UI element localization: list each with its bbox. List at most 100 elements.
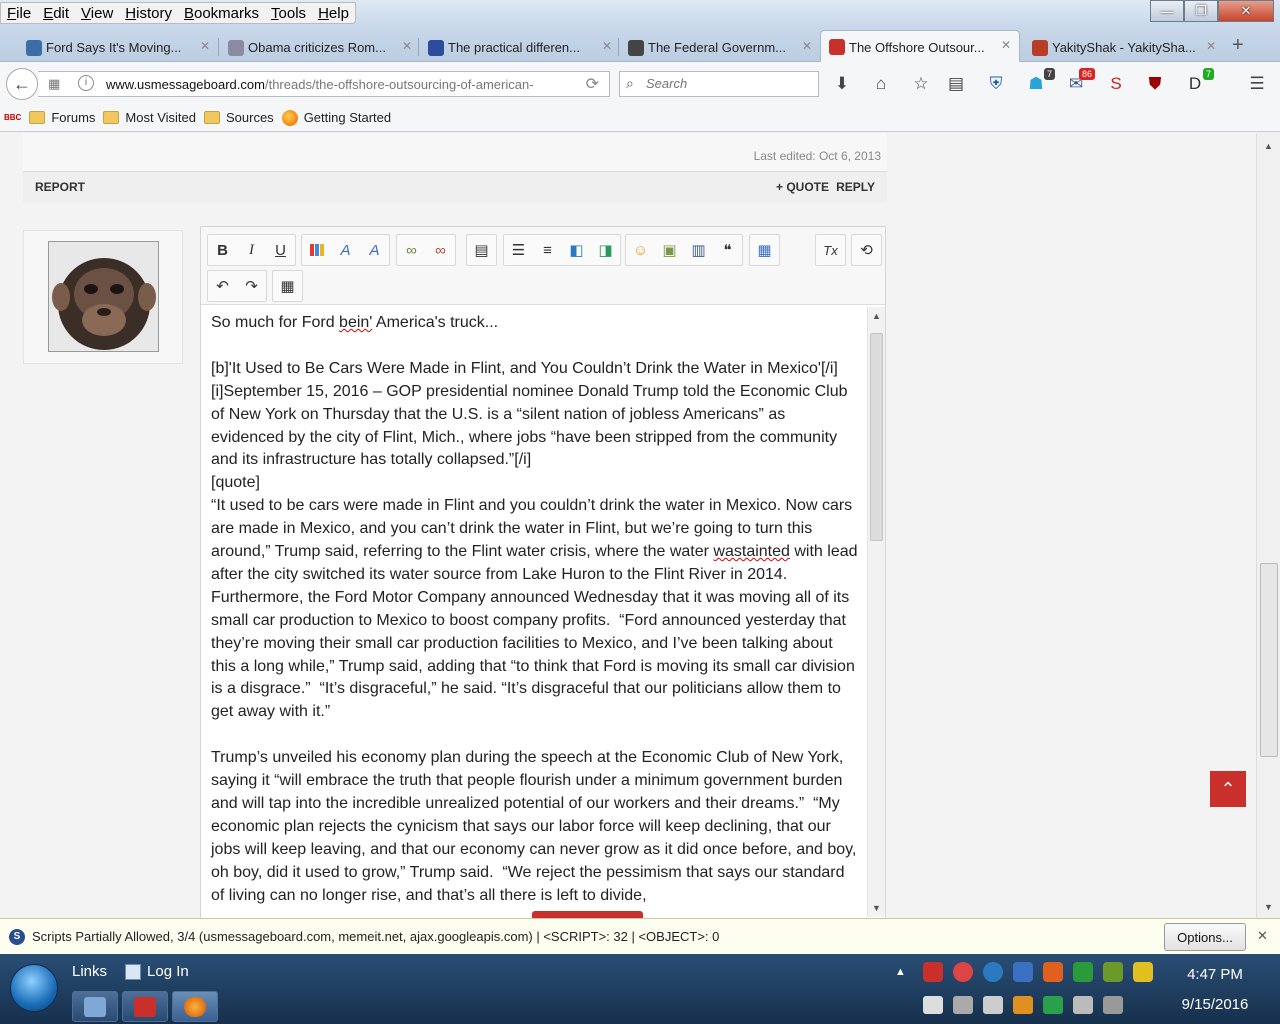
close-tab-icon[interactable]: ✕	[1206, 39, 1216, 53]
italic-button[interactable]: I	[237, 235, 266, 265]
media-icon[interactable]: ▥	[684, 235, 713, 265]
bookmark-forums[interactable]: Forums	[29, 110, 95, 125]
submit-button-partial[interactable]	[532, 911, 643, 918]
downthemall-icon[interactable]: D7	[1184, 68, 1214, 95]
scroll-up-icon[interactable]: ▲	[872, 311, 881, 321]
tray-network-monitor-icon[interactable]	[1103, 996, 1123, 1014]
taskbar-app-firefox[interactable]	[172, 991, 218, 1022]
link-icon[interactable]: ∞	[397, 235, 426, 265]
avatar[interactable]	[48, 241, 159, 352]
maximize-button[interactable]: ❐	[1184, 0, 1218, 22]
quote-link[interactable]: + QUOTE	[776, 180, 829, 194]
close-tab-icon[interactable]: ✕	[200, 39, 210, 53]
tab-yakityshak[interactable]: YakityShak - YakitySha... ✕	[1024, 32, 1224, 62]
back-button[interactable]: ←	[6, 68, 38, 100]
page-scroll-thumb[interactable]	[1260, 563, 1278, 757]
editor-scrollbar[interactable]: ▲ ▼	[867, 307, 885, 917]
smilie-icon[interactable]: ☺	[626, 235, 655, 265]
scroll-down-icon[interactable]: ▼	[872, 903, 881, 913]
tray-device-icon[interactable]	[953, 996, 973, 1014]
menu-edit[interactable]: Edit	[37, 3, 75, 23]
tray-security-icon[interactable]	[1043, 962, 1063, 982]
text-color-icon[interactable]	[302, 235, 331, 265]
login-link[interactable]: Log In	[125, 963, 189, 980]
taskbar-app-ccleaner[interactable]	[122, 991, 168, 1022]
ghostery-icon[interactable]: ☗ 7	[1025, 68, 1055, 95]
menu-history[interactable]: History	[119, 3, 178, 23]
tab-federal[interactable]: The Federal Governm... ✕	[620, 32, 820, 62]
url-bar[interactable]: ▦ i www.usmessageboard.com/threads/the-o…	[38, 71, 610, 97]
image-icon[interactable]: ▣	[655, 235, 684, 265]
indent-icon[interactable]: ◨	[591, 235, 620, 265]
tray-ccleaner-icon[interactable]	[923, 962, 943, 982]
show-hidden-icons[interactable]: ▲	[895, 966, 906, 978]
tray-bug-icon[interactable]	[1013, 996, 1033, 1014]
tray-check-icon[interactable]	[1073, 962, 1093, 982]
bold-button[interactable]: B	[208, 235, 237, 265]
tray-shield-icon[interactable]	[1013, 962, 1033, 982]
close-window-button[interactable]: ✕	[1218, 0, 1274, 22]
toggle-bbcode-icon[interactable]: ⟲	[852, 235, 881, 265]
scroll-down-icon[interactable]: ▼	[1264, 902, 1273, 912]
new-tab-icon[interactable]: +	[1232, 34, 1244, 57]
editor-scroll-thumb[interactable]	[870, 333, 883, 541]
reading-list-icon[interactable]: ▤	[945, 73, 967, 95]
bookmark-most-visited[interactable]: Most Visited	[103, 110, 196, 125]
table-icon[interactable]: ▦	[273, 271, 302, 301]
minimize-button[interactable]: —	[1150, 0, 1184, 22]
save-draft-icon[interactable]: ▦	[750, 235, 779, 265]
tray-update-icon[interactable]	[983, 962, 1003, 982]
font-family-icon[interactable]: A	[360, 235, 389, 265]
search-input[interactable]	[646, 76, 806, 91]
tab-obama[interactable]: Obama criticizes Rom... ✕	[220, 32, 420, 62]
mail-icon[interactable]: ✉ 86	[1065, 68, 1095, 95]
tray-clock-icon[interactable]	[1073, 996, 1093, 1014]
taskbar-app-explorer[interactable]	[72, 991, 118, 1022]
tab-ford[interactable]: Ford Says It's Moving... ✕	[18, 32, 218, 62]
tray-network-icon[interactable]	[953, 962, 973, 982]
close-tab-icon[interactable]: ✕	[402, 39, 412, 53]
bookmark-sources[interactable]: Sources	[203, 110, 274, 125]
reply-link[interactable]: REPLY	[836, 180, 875, 194]
quote-block-icon[interactable]: ❝	[713, 235, 742, 265]
bookmark-getting-started[interactable]: Getting Started	[281, 109, 391, 126]
numbered-list-icon[interactable]: ≡	[533, 235, 562, 265]
page-scrollbar[interactable]: ▲ ▼	[1256, 133, 1280, 918]
bookmark-star-icon[interactable]: ☆	[910, 73, 932, 95]
shield-icon[interactable]: ⛨	[985, 73, 1007, 95]
ublock-icon[interactable]: ⛊	[1144, 73, 1166, 95]
tray-sync-icon[interactable]	[1043, 996, 1063, 1014]
info-icon[interactable]: i	[78, 75, 94, 91]
hamburger-menu-icon[interactable]: ☰	[1246, 73, 1268, 95]
reload-icon[interactable]: ⟳	[586, 74, 599, 94]
menu-tools[interactable]: Tools	[265, 3, 312, 23]
noscript-icon[interactable]: S	[1105, 73, 1127, 95]
alignment-icon[interactable]: ▤	[467, 235, 496, 265]
undo-icon[interactable]: ↶	[208, 271, 237, 301]
message-textarea[interactable]: So much for Ford bein' America's truck..…	[201, 307, 869, 918]
search-bar[interactable]: ⌕	[619, 71, 819, 97]
clear-formatting-icon[interactable]: Tx	[816, 235, 845, 265]
tab-practical[interactable]: The practical differen... ✕	[420, 32, 620, 62]
menu-file[interactable]: File	[1, 3, 37, 23]
tray-battery-icon[interactable]	[1133, 962, 1153, 982]
start-button[interactable]	[10, 964, 58, 1012]
scroll-to-top-button[interactable]: ⌃	[1210, 771, 1246, 807]
menu-bookmarks[interactable]: Bookmarks	[178, 3, 265, 23]
site-identity-icon[interactable]: ▦	[48, 76, 60, 92]
tray-nvidia-icon[interactable]	[1103, 962, 1123, 982]
url-text[interactable]: www.usmessageboard.com/threads/the-offsh…	[106, 77, 546, 92]
underline-button[interactable]: U	[266, 235, 295, 265]
tab-offshore-active[interactable]: The Offshore Outsour... ✕	[820, 30, 1020, 63]
menu-help[interactable]: Help	[312, 3, 355, 23]
tray-flag-icon[interactable]	[923, 996, 943, 1014]
bbc-bookmark[interactable]: BBC	[4, 113, 21, 122]
taskbar-date[interactable]: 9/15/2016	[1170, 996, 1260, 1013]
tray-volume-icon[interactable]	[983, 996, 1003, 1014]
download-icon[interactable]: ⬇	[831, 73, 853, 95]
close-tab-icon[interactable]: ✕	[802, 39, 812, 53]
close-notification-icon[interactable]: ✕	[1257, 928, 1268, 944]
font-size-icon[interactable]: A	[331, 235, 360, 265]
options-button[interactable]: Options...	[1164, 923, 1246, 951]
report-link[interactable]: REPORT	[35, 180, 85, 194]
